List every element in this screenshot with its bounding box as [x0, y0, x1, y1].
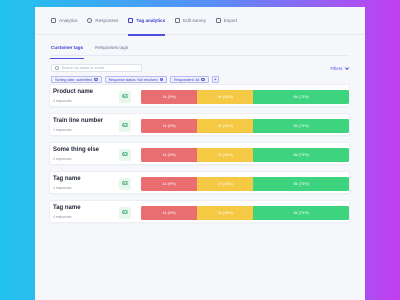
edit-icon — [175, 18, 181, 23]
nav-tag-analytics-label: Tag analytics — [136, 18, 166, 23]
negative-segment: 1k (9%) — [141, 119, 198, 133]
tag-icon — [128, 18, 134, 23]
negative-segment: 1k (9%) — [141, 177, 198, 191]
negative-segment: 1k (9%) — [141, 90, 198, 104]
neutral-segment: 2k (18%) — [197, 177, 254, 191]
chip-label: Sorting date: submitted — [55, 77, 92, 82]
tag-name: Tag name — [53, 176, 81, 182]
response-count: 4 responses — [53, 127, 72, 132]
score-badge: 63 — [119, 148, 131, 161]
tag-name: Tag name — [53, 205, 81, 211]
nav-edit-survey-label: Edit survey — [183, 18, 206, 23]
sentiment-bar[interactable]: 1k (9%) 2k (18%) 8k (73%) — [141, 148, 349, 162]
positive-segment: 8k (73%) — [253, 90, 349, 104]
chip-label: Respondent: All — [174, 77, 200, 82]
score-badge: 63 — [119, 90, 131, 103]
positive-segment: 8k (73%) — [253, 177, 349, 191]
top-navigation: Analytics Responses Tag analytics Edit s… — [35, 7, 365, 36]
filters-label: Filters — [330, 65, 343, 71]
positive-segment: 8k (73%) — [253, 119, 349, 133]
nav-export-label: Export — [223, 18, 238, 23]
nav-tag-analytics[interactable]: Tag analytics — [128, 7, 166, 36]
sentiment-bar[interactable]: 1k (9%) 2k (18%) 8k (73%) — [141, 90, 349, 104]
neutral-segment: 2k (18%) — [197, 90, 254, 104]
survey-page: Analytics Responses Tag analytics Edit s… — [35, 7, 365, 300]
neutral-segment: 2k (18%) — [197, 119, 254, 133]
tag-row[interactable]: Product name 4 responses 63 1k (9%) 2k (… — [49, 84, 350, 107]
search-row: Filters — [51, 64, 349, 72]
nav-edit-survey[interactable]: Edit survey — [175, 7, 206, 35]
sentiment-bar[interactable]: 1k (9%) 2k (18%) 8k (73%) — [141, 119, 349, 133]
tab-responses-tags[interactable]: Responses tags — [95, 44, 128, 55]
active-filters: Sorting date: submitted × Response statu… — [51, 76, 365, 83]
export-icon — [215, 18, 221, 23]
filter-chip-respondent[interactable]: Respondent: All × — [170, 76, 209, 83]
neutral-segment: 2k (18%) — [197, 148, 254, 162]
close-icon[interactable]: × — [201, 78, 205, 82]
response-count: 4 responses — [53, 185, 72, 190]
score-badge: 63 — [119, 119, 131, 132]
filter-chip-sorting-date[interactable]: Sorting date: submitted × — [51, 76, 102, 83]
nav-analytics-label: Analytics — [59, 18, 78, 23]
bar-chart-icon — [51, 18, 56, 23]
response-count: 4 responses — [53, 214, 72, 219]
neutral-segment: 2k (18%) — [197, 206, 254, 220]
nav-export[interactable]: Export — [215, 7, 238, 35]
search-box — [51, 64, 142, 72]
tag-row[interactable]: Train line number 4 responses 63 1k (9%)… — [49, 113, 350, 136]
tag-type-tabs: Customer tags Responses tags — [49, 44, 349, 60]
tab-customer-tags[interactable]: Customer tags — [49, 44, 85, 60]
response-count: 4 responses — [53, 156, 72, 161]
close-icon[interactable]: × — [93, 78, 98, 82]
nav-responses[interactable]: Responses — [87, 7, 118, 35]
filters-button[interactable]: Filters — [330, 65, 349, 71]
sentiment-bar[interactable]: 1k (9%) 2k (18%) 8k (73%) — [141, 177, 349, 191]
chip-label: Response status: Not resolved — [108, 77, 158, 82]
tag-name: Some thing else — [53, 147, 100, 153]
tag-row[interactable]: Tag name 4 responses 63 1k (9%) 2k (18%)… — [49, 171, 350, 194]
add-filter-button[interactable]: + — [211, 76, 219, 83]
tag-name: Train line number — [53, 118, 104, 124]
close-icon[interactable]: × — [159, 78, 164, 82]
filter-chip-response-status[interactable]: Response status: Not resolved × — [104, 76, 168, 83]
negative-segment: 1k (9%) — [141, 206, 198, 220]
negative-segment: 1k (9%) — [141, 148, 198, 162]
search-input[interactable] — [61, 66, 141, 70]
score-badge: 63 — [119, 206, 131, 219]
sentiment-bar[interactable]: 1k (9%) 2k (18%) 8k (73%) — [141, 206, 349, 220]
chevron-down-icon — [344, 65, 349, 70]
response-count: 4 responses — [53, 98, 72, 103]
chat-icon — [87, 18, 93, 23]
tag-list: Product name 4 responses 63 1k (9%) 2k (… — [49, 84, 350, 229]
nav-analytics[interactable]: Analytics — [51, 7, 77, 35]
tag-row[interactable]: Tag name 4 responses 63 1k (9%) 2k (18%)… — [49, 200, 350, 223]
search-icon — [55, 66, 59, 70]
positive-segment: 8k (73%) — [253, 148, 349, 162]
nav-responses-label: Responses — [95, 18, 119, 23]
tag-row[interactable]: Some thing else 4 responses 63 1k (9%) 2… — [49, 142, 350, 165]
positive-segment: 8k (73%) — [253, 206, 349, 220]
score-badge: 63 — [119, 177, 131, 190]
tag-name: Product name — [53, 89, 94, 95]
